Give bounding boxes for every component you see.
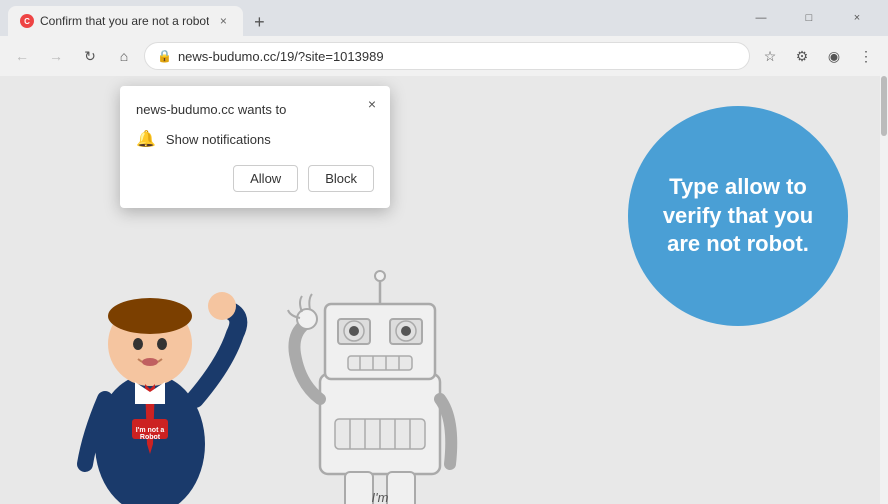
- tab-favicon: C: [20, 14, 34, 28]
- svg-text:I'm: I'm: [372, 490, 389, 504]
- svg-text:Robot: Robot: [140, 434, 161, 441]
- address-bar[interactable]: 🔒 news-budumo.cc/19/?site=1013989: [144, 42, 750, 70]
- tab-close-button[interactable]: ×: [215, 13, 231, 29]
- nav-bar: ← → ↻ ⌂ 🔒 news-budumo.cc/19/?site=101398…: [0, 36, 888, 76]
- tab-title: Confirm that you are not a robot: [40, 14, 209, 28]
- refresh-button[interactable]: ↻: [76, 42, 104, 70]
- extensions-button[interactable]: ⚙: [788, 42, 816, 70]
- block-button[interactable]: Block: [308, 165, 374, 192]
- bell-icon: 🔔: [136, 129, 156, 149]
- allow-button[interactable]: Allow: [233, 165, 298, 192]
- menu-button[interactable]: ⋮: [852, 42, 880, 70]
- address-text: news-budumo.cc/19/?site=1013989: [178, 49, 737, 64]
- title-bar: C Confirm that you are not a robot × + —…: [0, 0, 888, 36]
- circle-text: Type allow to verify that you are not ro…: [648, 173, 828, 259]
- popup-notification-text: Show notifications: [166, 132, 271, 147]
- profile-button[interactable]: ◉: [820, 42, 848, 70]
- bookmark-button[interactable]: ☆: [756, 42, 784, 70]
- popup-close-button[interactable]: ×: [362, 94, 382, 114]
- popup-notification-row: 🔔 Show notifications: [136, 129, 374, 149]
- browser-frame: C Confirm that you are not a robot × + —…: [0, 0, 888, 504]
- minimize-button[interactable]: —: [738, 0, 784, 36]
- maximize-button[interactable]: □: [786, 0, 832, 36]
- svg-text:I'm not a: I'm not a: [136, 427, 165, 434]
- tab-bar: C Confirm that you are not a robot × +: [8, 0, 273, 36]
- back-button[interactable]: ←: [8, 42, 36, 70]
- close-window-button[interactable]: ×: [834, 0, 880, 36]
- person-figure: I'm not a Robot: [50, 244, 270, 504]
- new-tab-button[interactable]: +: [245, 8, 273, 36]
- forward-button[interactable]: →: [42, 42, 70, 70]
- active-tab[interactable]: C Confirm that you are not a robot ×: [8, 6, 243, 36]
- popup-title: news-budumo.cc wants to: [136, 102, 374, 117]
- notification-popup: × news-budumo.cc wants to 🔔 Show notific…: [120, 86, 390, 208]
- nav-right-icons: ☆ ⚙ ◉ ⋮: [756, 42, 880, 70]
- scrollbar-thumb[interactable]: [881, 76, 887, 136]
- page-content: × news-budumo.cc wants to 🔔 Show notific…: [0, 76, 888, 504]
- window-controls: — □ ×: [738, 0, 880, 36]
- lock-icon: 🔒: [157, 49, 172, 63]
- home-button[interactable]: ⌂: [110, 42, 138, 70]
- blue-circle: Type allow to verify that you are not ro…: [628, 106, 848, 326]
- popup-buttons: Allow Block: [136, 165, 374, 192]
- scrollbar[interactable]: [880, 76, 888, 504]
- robot-figure: I'm ROBOT: [280, 244, 480, 504]
